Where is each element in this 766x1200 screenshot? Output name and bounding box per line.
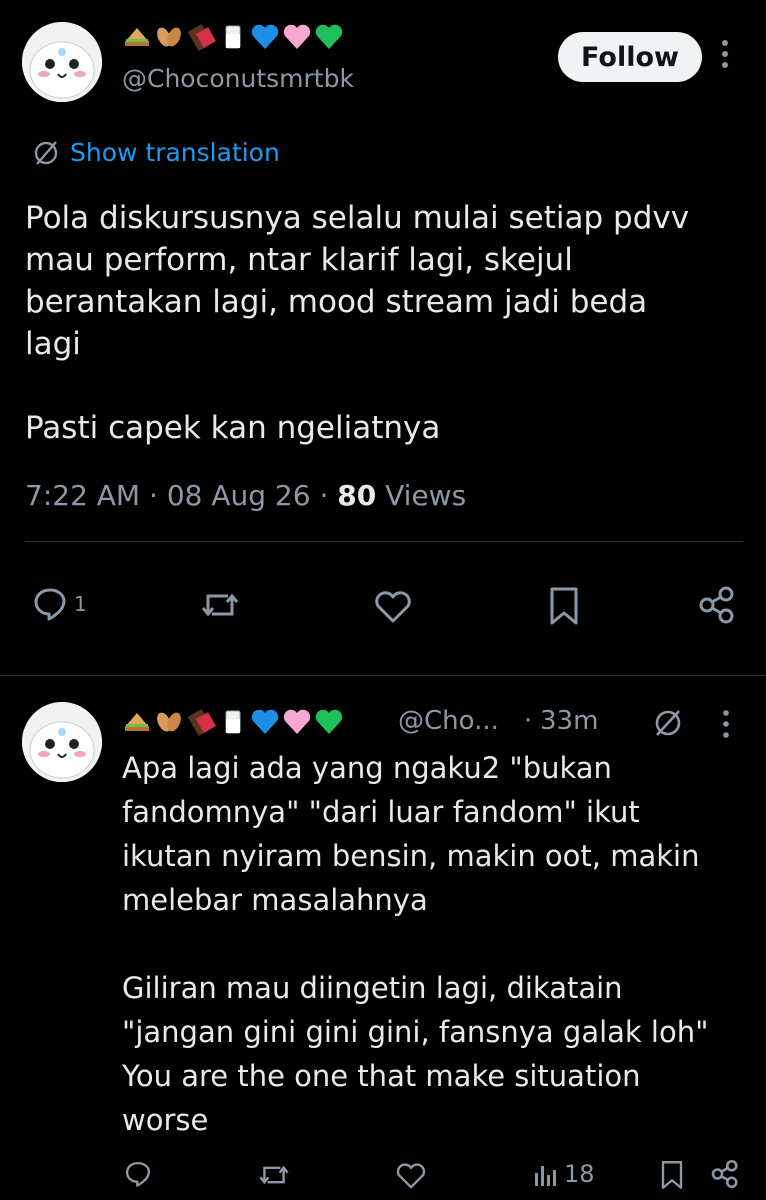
share-icon <box>711 1159 738 1189</box>
tweet-meta: 7:22 AM · 08 Aug 26 · 80 Views <box>25 479 466 512</box>
views-count: 80 <box>337 479 377 512</box>
reply-bookmark-button[interactable] <box>660 1160 684 1190</box>
reply-count: 1 <box>74 592 87 616</box>
reply-retweet-button[interactable] <box>258 1161 290 1189</box>
peanuts-icon <box>157 712 181 732</box>
chocolate-icon <box>187 23 216 52</box>
reply-handle[interactable]: @Cho... <box>398 706 499 736</box>
blue-heart-icon <box>251 24 279 49</box>
follow-button[interactable]: Follow <box>558 32 702 82</box>
reply-display-name-emojis <box>122 705 344 739</box>
milk-icon <box>225 710 241 734</box>
more-options-icon[interactable] <box>720 38 730 70</box>
blue-heart-icon <box>251 709 279 734</box>
pink-heart-icon <box>283 709 311 734</box>
share-button[interactable] <box>697 585 737 625</box>
user-handle[interactable]: @Choconutsmrtbk <box>122 64 354 93</box>
peanuts-icon <box>157 27 181 47</box>
divider <box>0 675 766 676</box>
bookmark-icon <box>661 1161 683 1189</box>
reply-reply-button[interactable] <box>124 1160 152 1188</box>
reply-button[interactable]: 1 <box>32 586 87 622</box>
retweet-button[interactable] <box>200 588 240 622</box>
milk-icon <box>225 25 241 49</box>
analytics-icon <box>535 1166 556 1186</box>
green-heart-icon <box>315 24 343 49</box>
retweet-icon <box>201 593 239 617</box>
reply-more-options-icon[interactable] <box>721 709 731 739</box>
reply-icon <box>125 1161 151 1187</box>
bookmark-icon <box>550 587 578 625</box>
reply-avatar[interactable] <box>22 702 102 782</box>
reply-views-count: 18 <box>564 1160 595 1188</box>
avatar-face-icon <box>22 22 102 102</box>
separator-dot: · <box>319 479 329 512</box>
display-name-emojis <box>122 20 344 54</box>
share-icon <box>699 586 734 624</box>
reply-translate-icon[interactable] <box>652 707 684 739</box>
sandwich-icon <box>125 28 149 46</box>
translate-icon <box>34 140 58 165</box>
separator-dot: · <box>524 706 533 736</box>
views-label: Views <box>385 479 467 512</box>
show-translation-link[interactable]: Show translation <box>32 138 280 167</box>
chocolate-icon <box>187 708 216 737</box>
reply-icon <box>34 588 66 621</box>
reply-views-button[interactable]: 18 <box>534 1160 595 1188</box>
reply-share-button[interactable] <box>710 1159 740 1189</box>
reply-like-button[interactable] <box>395 1162 427 1190</box>
show-translation-label: Show translation <box>70 138 280 167</box>
tweet-date[interactable]: 08 Aug 26 <box>167 479 311 512</box>
sandwich-icon <box>125 713 149 731</box>
tweet-text: Pola diskursusnya selalu mulai setiap pd… <box>25 200 690 446</box>
avatar[interactable] <box>22 22 102 102</box>
green-heart-icon <box>315 709 343 734</box>
like-button[interactable] <box>373 590 413 624</box>
reply-age[interactable]: 33m <box>540 706 598 736</box>
retweet-icon <box>259 1165 289 1185</box>
tweet-time[interactable]: 7:22 AM <box>25 479 140 512</box>
pink-heart-icon <box>283 24 311 49</box>
separator-dot: · <box>149 479 158 512</box>
divider <box>25 541 743 542</box>
avatar-face-icon <box>22 702 102 782</box>
heart-icon <box>396 1163 426 1189</box>
reply-text: Apa lagi ada yang ngaku2 "bukan fandomny… <box>122 751 709 1137</box>
heart-icon <box>375 591 411 623</box>
bookmark-button[interactable] <box>548 586 580 626</box>
